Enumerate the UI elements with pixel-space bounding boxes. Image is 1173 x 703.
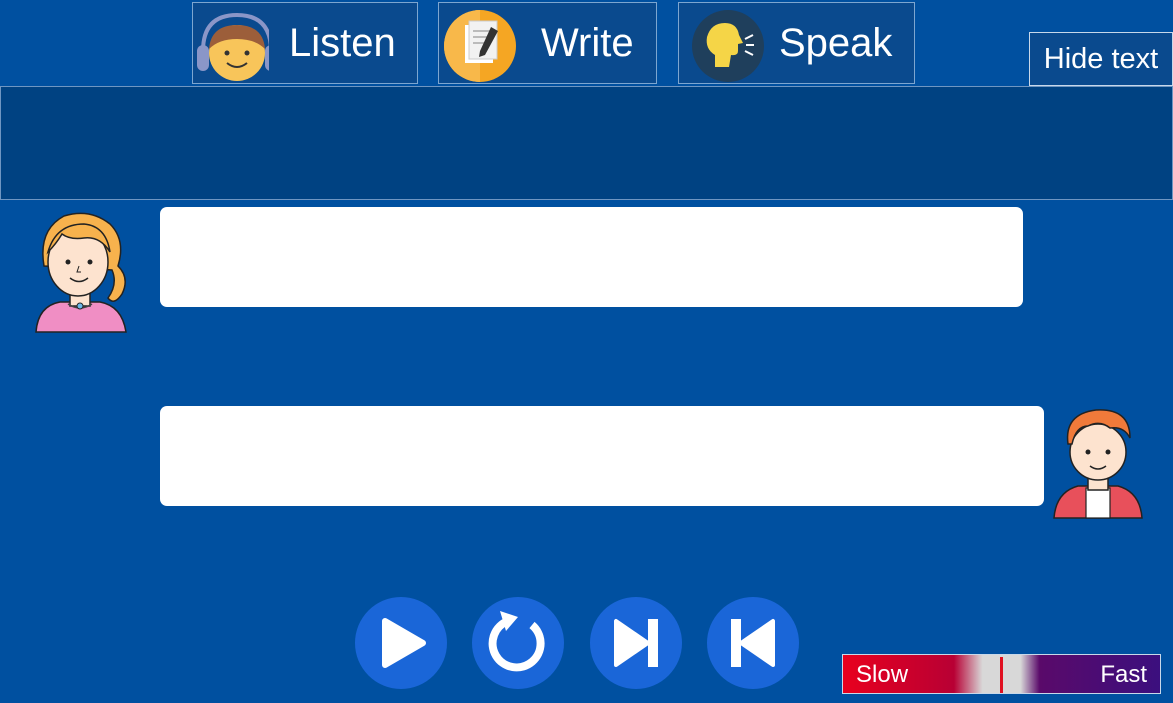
tab-speak[interactable]: Speak xyxy=(678,2,915,84)
play-icon xyxy=(382,618,426,668)
dialogue-bubble-1 xyxy=(160,207,1023,307)
speaking-head-icon xyxy=(692,10,764,82)
speed-slider-handle[interactable] xyxy=(1000,657,1003,693)
tab-listen[interactable]: Listen xyxy=(192,2,418,84)
next-button[interactable] xyxy=(590,597,682,689)
skip-previous-icon xyxy=(731,619,775,667)
tab-listen-label: Listen xyxy=(289,20,396,65)
speed-slow-label: Slow xyxy=(856,661,909,688)
tab-write-label: Write xyxy=(541,20,634,65)
speed-slider[interactable]: Slow Fast xyxy=(842,654,1161,694)
girl-avatar xyxy=(35,212,127,333)
text-banner xyxy=(0,86,1173,200)
skip-next-icon xyxy=(614,619,658,667)
replay-icon xyxy=(488,611,545,672)
notepad-pencil-icon xyxy=(444,10,516,82)
play-button[interactable] xyxy=(355,597,447,689)
dialogue-bubble-2 xyxy=(160,406,1044,506)
boy-avatar xyxy=(1053,409,1143,519)
headphones-face-icon xyxy=(197,12,269,81)
tab-write[interactable]: Write xyxy=(438,2,657,84)
tab-speak-label: Speak xyxy=(779,20,893,65)
replay-button[interactable] xyxy=(472,597,564,689)
hide-text-button[interactable]: Hide text xyxy=(1029,32,1173,86)
speed-fast-label: Fast xyxy=(1100,661,1147,688)
previous-button[interactable] xyxy=(707,597,799,689)
